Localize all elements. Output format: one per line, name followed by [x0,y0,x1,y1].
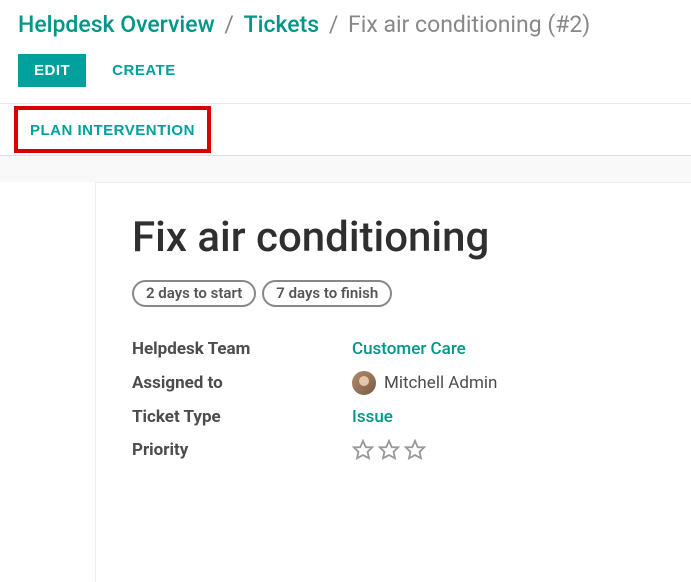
field-team: Helpdesk Team Customer Care [132,333,655,365]
subaction-bar: PLAN INTERVENTION [0,104,691,156]
highlight-box: PLAN INTERVENTION [14,106,211,153]
edit-button[interactable]: EDIT [18,54,86,87]
field-priority: Priority [132,433,655,467]
field-label-priority: Priority [132,440,352,460]
sla-start-pill: 2 days to start [132,280,256,307]
sla-pills: 2 days to start 7 days to finish [132,280,655,307]
breadcrumb-tickets[interactable]: Tickets [244,11,319,38]
avatar [352,371,376,395]
star-icon[interactable] [352,439,374,461]
breadcrumb-overview[interactable]: Helpdesk Overview [18,11,215,38]
breadcrumb-separator: / [329,11,339,38]
breadcrumb-current: Fix air conditioning (#2) [348,11,590,38]
field-assigned: Assigned to Mitchell Admin [132,365,655,401]
field-value-type[interactable]: Issue [352,407,393,427]
field-label-team: Helpdesk Team [132,339,352,359]
field-label-assigned: Assigned to [132,373,352,393]
ticket-title: Fix air conditioning [132,213,655,262]
star-icon[interactable] [378,439,400,461]
field-value-team[interactable]: Customer Care [352,339,466,359]
breadcrumb: Helpdesk Overview / Tickets / Fix air co… [0,0,691,46]
create-button[interactable]: CREATE [102,54,186,87]
star-icon[interactable] [404,439,426,461]
action-row: EDIT CREATE [0,46,691,104]
breadcrumb-separator: / [224,11,234,38]
field-label-type: Ticket Type [132,407,352,427]
plan-intervention-button[interactable]: PLAN INTERVENTION [30,122,195,139]
priority-stars [352,439,426,461]
sla-finish-pill: 7 days to finish [262,280,392,307]
field-type: Ticket Type Issue [132,401,655,433]
stage-area [0,156,691,182]
field-value-assigned: Mitchell Admin [384,373,497,393]
assignee[interactable]: Mitchell Admin [352,371,497,395]
ticket-card: Fix air conditioning 2 days to start 7 d… [95,182,691,582]
